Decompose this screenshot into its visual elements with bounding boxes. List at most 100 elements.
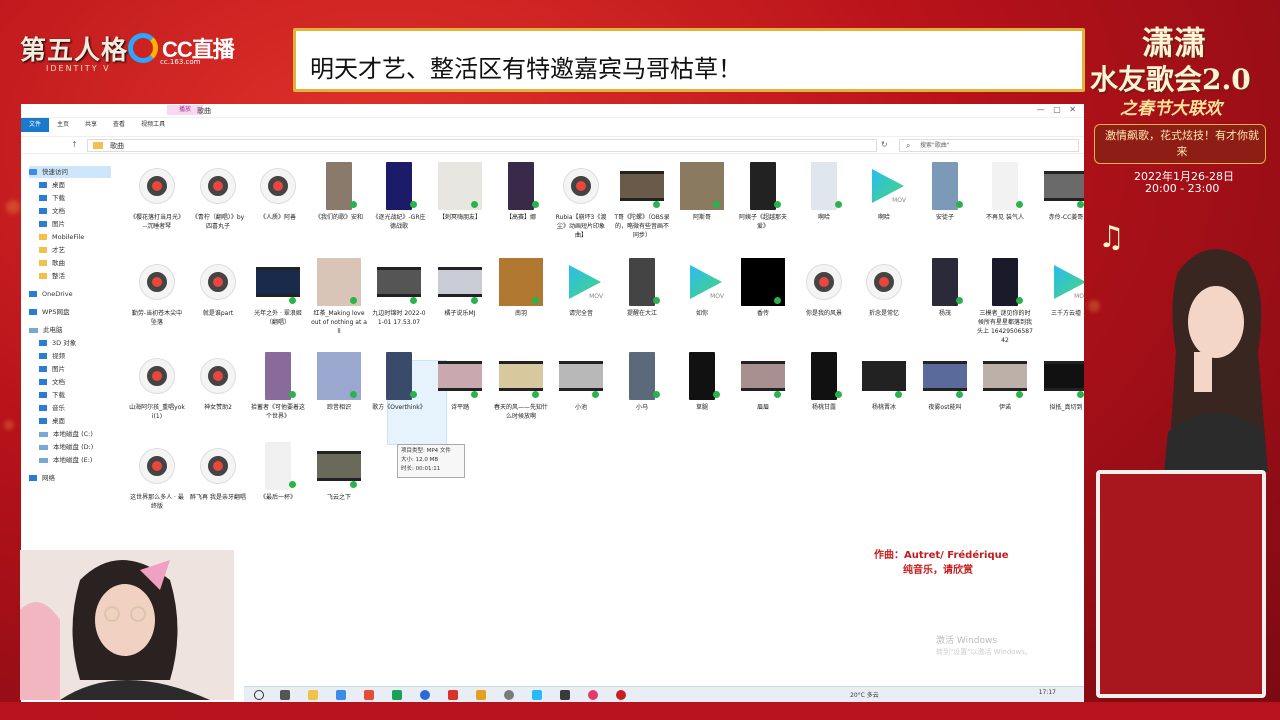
file-item[interactable]: 小马	[614, 352, 670, 412]
file-item[interactable]: 就是谁part	[190, 258, 246, 318]
nav-item[interactable]: 下载	[39, 389, 65, 401]
file-item[interactable]: 【高赛】娜	[493, 162, 549, 222]
search-icon[interactable]	[254, 690, 264, 700]
file-item[interactable]: 踪昔相识	[311, 352, 367, 412]
file-item[interactable]: 这世界那么多人 · 最终版	[129, 442, 185, 511]
up-arrow-icon[interactable]: ↑	[71, 140, 78, 149]
file-item[interactable]: T哥《陀螺》（OBS录的，略微有些音画不同步）	[614, 162, 670, 240]
window-controls[interactable]: — ▢ ✕	[1037, 105, 1076, 114]
file-item[interactable]: 诗平踏	[432, 352, 488, 412]
file-item[interactable]: 《人质》阿善	[250, 162, 306, 222]
tab-video-tools[interactable]: 视频工具	[133, 118, 173, 132]
file-item[interactable]: 南羽	[493, 258, 549, 318]
file-item[interactable]: 神女赞助2	[190, 352, 246, 412]
file-item[interactable]: 提醒在大江	[614, 258, 670, 318]
nav-item[interactable]: 快速访问	[29, 166, 111, 178]
nav-item[interactable]: 本地磁盘 (C:)	[39, 428, 93, 440]
refresh-icon[interactable]: ↻	[881, 140, 888, 149]
file-explorer-icon[interactable]	[308, 690, 318, 700]
app-icon[interactable]	[560, 690, 570, 700]
file-item[interactable]: 拾蓄者《可他要着这个世界》	[250, 352, 306, 421]
file-item[interactable]: MOV 啊哈	[856, 162, 912, 222]
file-item[interactable]: 三模者_谜见你的时候所有星星都落到我头上 1642950658742	[977, 258, 1033, 345]
file-item[interactable]: 橘子说乐MJ	[432, 258, 488, 318]
tab-home[interactable]: 主页	[49, 118, 77, 132]
file-item[interactable]: 不再见 装气人	[977, 162, 1033, 222]
file-item[interactable]: 阿姨子《超越那夫爱》	[735, 162, 791, 231]
file-item[interactable]: 醉飞再 我是亲牙翻唱	[190, 442, 246, 502]
nav-item[interactable]: 本地磁盘 (D:)	[39, 441, 93, 453]
file-item[interactable]: MOV 请完全音	[553, 258, 609, 318]
file-item[interactable]: 勤劳-当初苍木尖中坠落	[129, 258, 185, 327]
file-item[interactable]: 《我们的歌》安和	[311, 162, 367, 222]
file-item[interactable]: 草腿	[674, 352, 730, 412]
file-item[interactable]: MOV 三千方云墟	[1038, 258, 1084, 318]
file-item[interactable]: 啊哈	[796, 162, 852, 222]
app-icon[interactable]	[392, 690, 402, 700]
nav-item[interactable]: 桌面	[39, 415, 65, 427]
file-item[interactable]: 香传	[735, 258, 791, 318]
file-item[interactable]: 《最后一杯》	[250, 442, 306, 502]
file-item[interactable]: 杨桃甘露	[796, 352, 852, 412]
close-icon[interactable]: ✕	[1069, 105, 1076, 114]
nav-item[interactable]: 音乐	[39, 402, 65, 414]
weather-widget[interactable]: 20°C 多云	[850, 690, 879, 699]
task-view-icon[interactable]	[280, 690, 290, 700]
file-item[interactable]: 《逐光战纪》-GR庄德战歌	[371, 162, 427, 231]
file-item[interactable]: 伊诺	[977, 352, 1033, 412]
file-item[interactable]: 飞云之下	[311, 442, 367, 502]
app-icon[interactable]	[504, 690, 514, 700]
file-item[interactable]: 红茶_Making love out of nothing at all	[311, 258, 367, 336]
nav-item[interactable]: 本地磁盘 (E:)	[39, 454, 92, 466]
tab-view[interactable]: 查看	[105, 118, 133, 132]
file-item[interactable]: 你是我的风景	[796, 258, 852, 318]
nav-item[interactable]: WPS网盘	[29, 306, 69, 318]
nav-item[interactable]: 桌面	[39, 179, 65, 191]
nav-item[interactable]: 网络	[29, 472, 55, 484]
maximize-icon[interactable]: ▢	[1053, 105, 1061, 114]
obs-icon[interactable]	[616, 690, 626, 700]
nav-item[interactable]: 此电脑	[29, 324, 63, 336]
file-item[interactable]: 眉眉	[735, 352, 791, 412]
file-item[interactable]: 夜雾ost能叫	[917, 352, 973, 412]
file-item[interactable]: 赤伶-CC姜哥	[1038, 162, 1084, 222]
nav-item[interactable]: 整活	[39, 270, 65, 282]
file-item[interactable]: 山海阿尔孩_重唱yoki(1)	[129, 352, 185, 421]
file-item[interactable]: 歌方《Overthink》	[371, 352, 427, 412]
browser-icon[interactable]	[420, 690, 430, 700]
file-item[interactable]: 阿斯哥	[674, 162, 730, 222]
app-icon[interactable]	[532, 690, 542, 700]
music-app-icon[interactable]	[588, 690, 598, 700]
clock[interactable]: 17:17	[1039, 689, 1056, 696]
search-input[interactable]: ⌕ 搜索"歌曲"	[899, 139, 1079, 152]
file-item[interactable]: Rubia【崩坏3《渡尘》动画短片印象曲】	[553, 162, 609, 240]
nav-item[interactable]: 文档	[39, 205, 65, 217]
file-item[interactable]: MOV 如你	[674, 258, 730, 318]
nav-item[interactable]: 图片	[39, 363, 65, 375]
nav-item[interactable]: MobileFile	[39, 231, 84, 243]
nav-item[interactable]: 下载	[39, 192, 65, 204]
tab-share[interactable]: 共享	[77, 118, 105, 132]
app-icon[interactable]	[336, 690, 346, 700]
file-item[interactable]: 折念是常忆	[856, 258, 912, 318]
nav-item[interactable]: 3D 对象	[39, 337, 76, 349]
minimize-icon[interactable]: —	[1037, 105, 1045, 114]
file-item[interactable]: 《樱花落打当月光》--沉睡者琴	[129, 162, 185, 231]
file-item[interactable]: 春天的风——先知什么时候放啊	[493, 352, 549, 421]
nav-item[interactable]: 视频	[39, 350, 65, 362]
nav-item[interactable]: OneDrive	[29, 288, 73, 300]
nav-item[interactable]: 图片	[39, 218, 65, 230]
app-icon[interactable]	[448, 690, 458, 700]
tab-file[interactable]: 文件	[21, 118, 50, 132]
file-item[interactable]: 杨桃晋冰	[856, 352, 912, 412]
file-item[interactable]: 小池	[553, 352, 609, 412]
file-item[interactable]: 杨茂	[917, 258, 973, 318]
app-icon[interactable]	[476, 690, 486, 700]
nav-item[interactable]: 歌曲	[39, 257, 65, 269]
nav-item[interactable]: 才艺	[39, 244, 65, 256]
file-item[interactable]: 拟抵_真切到	[1038, 352, 1084, 412]
file-item[interactable]: 安徒子	[917, 162, 973, 222]
address-bar[interactable]: 歌曲	[87, 139, 877, 152]
nav-item[interactable]: 文档	[39, 376, 65, 388]
file-item[interactable]: 《青柠（翻唱）》by四喜丸子	[190, 162, 246, 231]
